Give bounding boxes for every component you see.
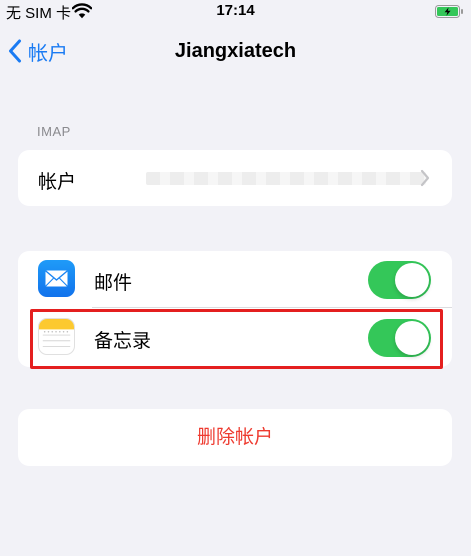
account-card: 帐户 [18,150,452,206]
app-row-mail: 邮件 [18,251,452,307]
row-divider [92,307,452,308]
toggle-knob [395,321,429,355]
apps-card: 邮件 备忘录 [18,251,452,367]
page-title: Jiangxiatech [174,40,297,62]
delete-card: 删除帐户 [18,409,452,466]
status-bar: 无 SIM 卡 17:14 [0,0,471,24]
delete-account-button[interactable]: 删除帐户 [18,409,452,466]
battery-charging-icon [435,5,463,18]
notes-toggle[interactable] [368,319,431,357]
app-label-notes: 备忘录 [94,331,152,352]
mail-toggle[interactable] [368,261,431,299]
app-row-notes: 备忘录 [18,309,452,365]
toggle-knob [395,263,429,297]
account-value-blurred [146,172,426,185]
imap-section-header: IMAP [37,124,71,139]
notes-icon [38,318,75,355]
app-label-mail: 邮件 [94,273,133,294]
mail-icon [38,260,75,297]
chevron-right-icon [420,169,430,187]
account-settings-screen: 无 SIM 卡 17:14 帐户 Jiangxiatech IMAP 帐户 邮件… [0,0,471,556]
account-row-label: 帐户 [38,172,77,193]
account-row[interactable]: 帐户 [18,150,452,206]
status-time: 17:14 [216,2,255,19]
navigation-bar: 帐户 Jiangxiatech [0,28,471,74]
